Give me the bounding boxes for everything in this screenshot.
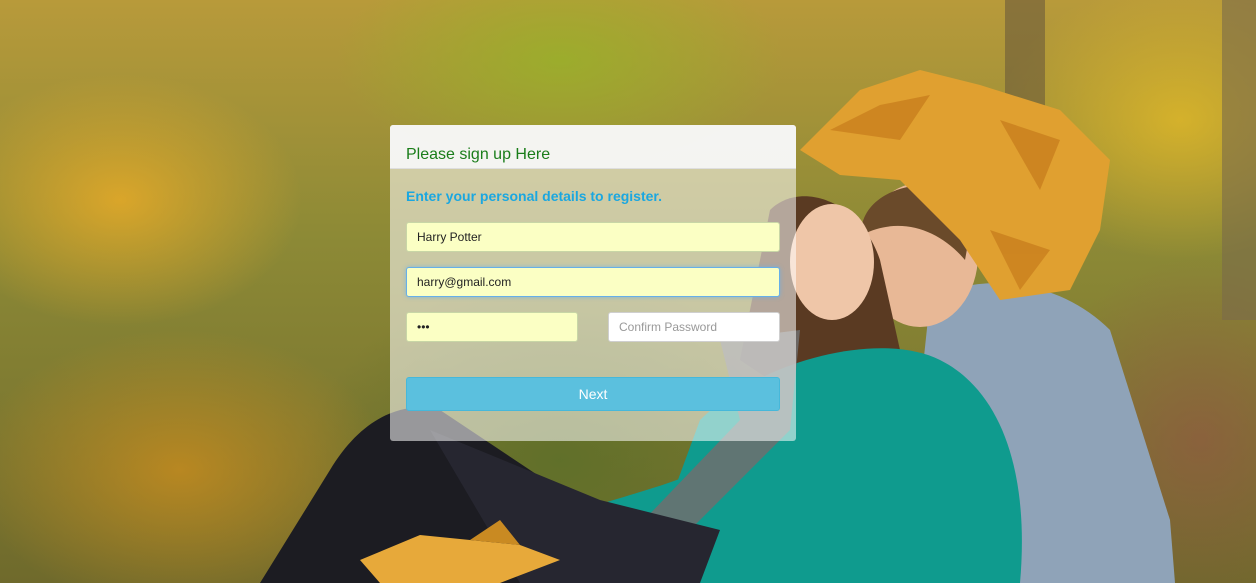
signup-panel: Please sign up Here Enter your personal … [390,125,796,441]
password-row [406,312,780,342]
panel-header: Please sign up Here [390,125,796,169]
register-instructions: Enter your personal details to register. [406,188,662,204]
email-input[interactable] [406,267,780,297]
name-input[interactable] [406,222,780,252]
password-input[interactable] [406,312,578,342]
confirm-password-input[interactable] [608,312,780,342]
panel-title: Please sign up Here [406,146,551,163]
next-button[interactable]: Next [406,377,780,411]
panel-body: Enter your personal details to register.… [390,169,796,411]
